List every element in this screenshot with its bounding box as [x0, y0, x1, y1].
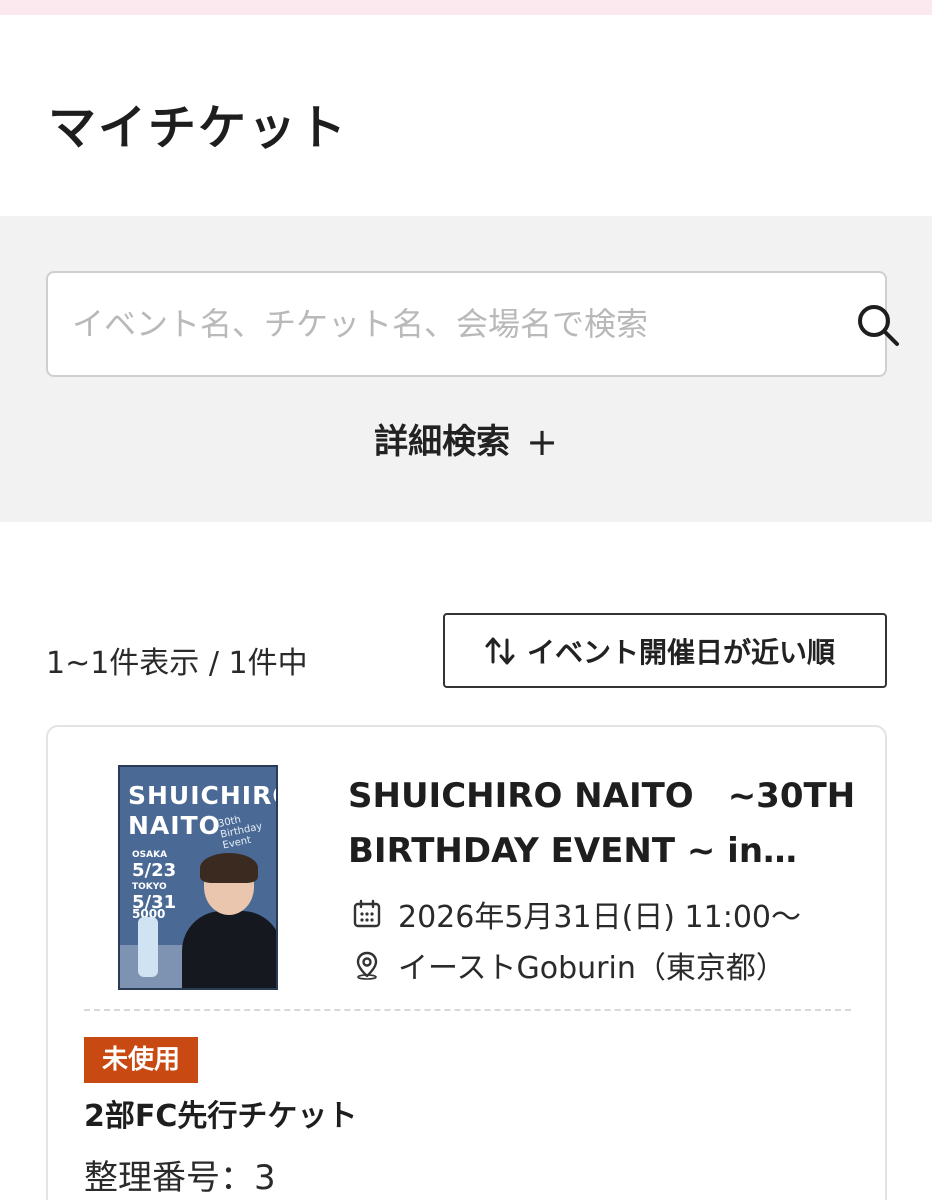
sort-button[interactable]: イベント開催日が近い順	[443, 613, 887, 688]
ticket-card[interactable]: SHUICHIRO NAITO 30th Birthday Event OSAKA…	[46, 725, 887, 1200]
event-title-line-2: BIRTHDAY EVENT ~ in…	[348, 831, 798, 871]
sort-label: イベント開催日が近い順	[527, 635, 836, 669]
search-panel: 詳細検索 +	[0, 216, 932, 522]
location-pin-icon	[356, 951, 378, 980]
event-venue-row: イーストGoburin（東京都）	[352, 943, 786, 987]
search-icon[interactable]	[854, 301, 902, 349]
search-input[interactable]	[72, 273, 792, 375]
advanced-search-label: 詳細検索	[374, 422, 511, 462]
event-venue: イーストGoburin（東京都）	[398, 951, 786, 986]
seat-number: 整理番号：3	[84, 1158, 276, 1198]
plus-icon: +	[526, 420, 558, 464]
ticket-name: 2部FC先行チケット	[84, 1099, 358, 1134]
sort-arrows-icon	[485, 637, 515, 664]
result-count: 1~1件表示 / 1件中	[46, 646, 308, 681]
event-datetime: 2026年5月31日(日) 11:00〜	[398, 900, 802, 935]
search-box[interactable]	[46, 271, 899, 377]
poster-dates: OSAKA 5/23 TOKYO 5/31	[132, 850, 177, 913]
poster-person	[182, 853, 276, 988]
event-title-line-1: SHUICHIRO NAITO ~30TH	[348, 776, 856, 816]
event-date-row: 2026年5月31日(日) 11:00〜	[352, 892, 801, 936]
calendar-icon	[353, 899, 381, 928]
card-divider	[84, 1009, 851, 1011]
event-poster-image: SHUICHIRO NAITO 30th Birthday Event OSAKA…	[118, 765, 278, 990]
page-title: マイチケット	[48, 100, 349, 156]
event-title[interactable]: SHUICHIRO NAITO ~30TH BIRTHDAY EVENT ~ i…	[348, 769, 856, 879]
advanced-search-toggle[interactable]: 詳細検索 +	[0, 416, 932, 468]
poster-bottle	[138, 917, 158, 977]
top-accent-bar	[0, 0, 932, 15]
status-badge: 未使用	[84, 1037, 199, 1083]
